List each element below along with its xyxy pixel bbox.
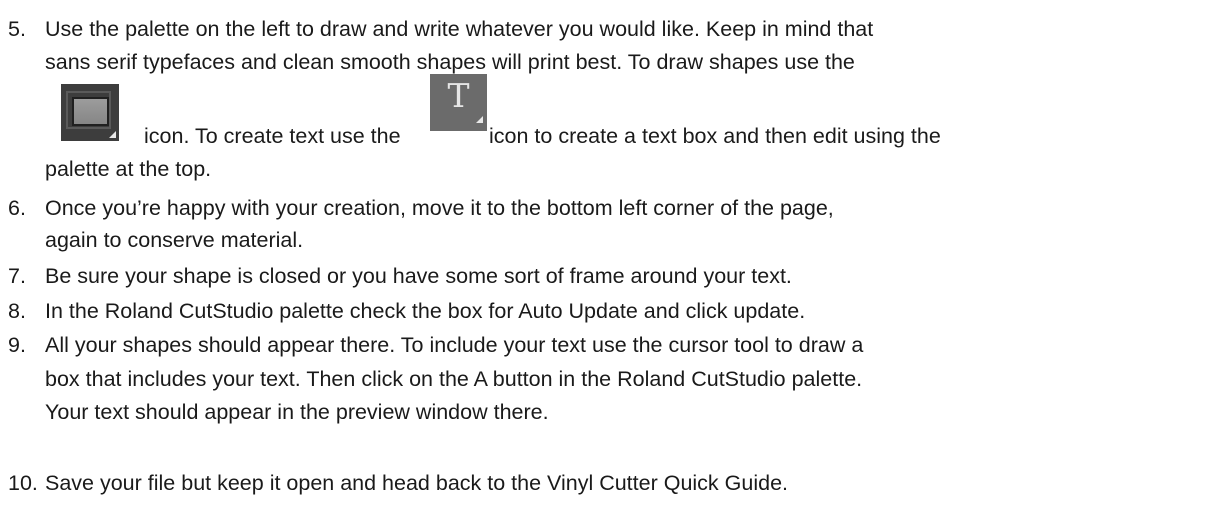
step-text-line: All your shapes should appear there. To …: [45, 333, 864, 357]
step-text-line: icon to create a text box and then edit …: [489, 124, 941, 148]
step-number: 7.: [8, 264, 26, 288]
step-text-line: palette at the top.: [45, 157, 212, 181]
step-text-line: again to conserve material.: [45, 228, 304, 252]
step-number: 5.: [8, 17, 26, 41]
step-number: 6.: [8, 196, 26, 220]
text-tool-glyph: T: [447, 76, 470, 115]
text-tool-icon: T: [430, 74, 487, 131]
step-text-line: Be sure your shape is closed or you have…: [45, 264, 792, 288]
step-number: 8.: [8, 299, 26, 323]
step-number: 9.: [8, 333, 26, 357]
step-text-line: box that includes your text. Then click …: [45, 367, 863, 391]
step-text-line: Save your file but keep it open and head…: [45, 471, 788, 495]
rectangle-shape-tool-icon: [61, 84, 119, 141]
step-text-line: Use the palette on the left to draw and …: [45, 17, 874, 41]
step-number: 10.: [8, 471, 38, 495]
step-text-line: In the Roland CutStudio palette check th…: [45, 299, 806, 323]
instruction-document: 5. Use the palette on the left to draw a…: [0, 0, 1215, 523]
step-text-line: icon. To create text use the: [144, 124, 401, 148]
step-text-line: Your text should appear in the preview w…: [45, 400, 549, 424]
step-text-line: Once you’re happy with your creation, mo…: [45, 196, 834, 220]
